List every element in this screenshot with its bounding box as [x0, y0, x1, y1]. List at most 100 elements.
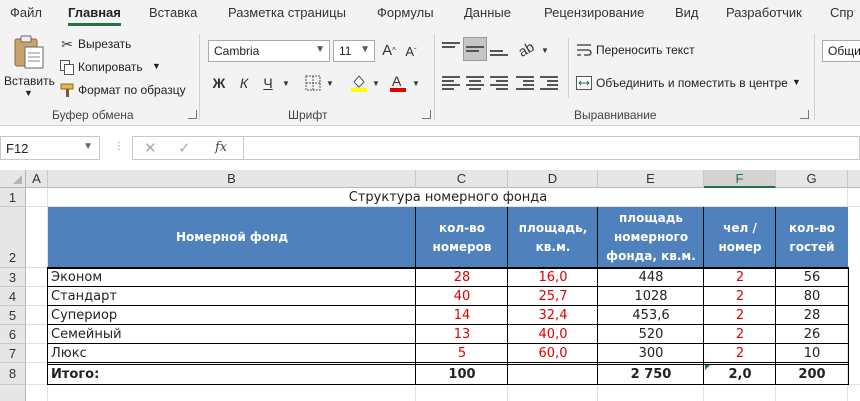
- tab-help[interactable]: Спр: [830, 5, 854, 20]
- total-per-room-cell[interactable]: 2,0: [704, 365, 776, 384]
- header-total-area[interactable]: площадь номерного фонда, кв.м.: [600, 207, 702, 268]
- clipboard-launcher-icon[interactable]: [188, 110, 197, 119]
- fund-name-cell[interactable]: Семейный: [48, 325, 416, 344]
- total-area-cell[interactable]: 453,6: [598, 306, 704, 325]
- rooms-cell[interactable]: 40: [416, 287, 508, 306]
- area-cell[interactable]: 16,0: [508, 268, 598, 287]
- total-guests-cell[interactable]: 200: [776, 365, 848, 384]
- row-header-8[interactable]: 8: [0, 363, 26, 385]
- tab-home[interactable]: Главная: [68, 5, 121, 26]
- area-cell[interactable]: 60,0: [508, 344, 598, 363]
- total-area-cell[interactable]: 1028: [598, 287, 704, 306]
- header-guests[interactable]: кол-во гостей: [782, 207, 842, 268]
- guests-cell[interactable]: 56: [776, 268, 848, 287]
- row-header-6[interactable]: 6: [0, 325, 26, 344]
- tab-developer[interactable]: Разработчик: [726, 5, 802, 20]
- row-header-5[interactable]: 5: [0, 306, 26, 325]
- rooms-cell[interactable]: 28: [416, 268, 508, 287]
- rooms-cell[interactable]: 5: [416, 344, 508, 363]
- header-fund[interactable]: Номерной фонд: [48, 207, 416, 268]
- fund-name-cell[interactable]: Эконом: [48, 268, 416, 287]
- font-color-dropdown-icon[interactable]: ▼: [411, 77, 421, 89]
- align-left-icon[interactable]: [442, 76, 460, 90]
- rooms-cell[interactable]: 13: [416, 325, 508, 344]
- tab-data[interactable]: Данные: [464, 5, 511, 20]
- cut-button[interactable]: ✂ Вырезать: [60, 36, 140, 54]
- orientation-icon[interactable]: ab: [513, 36, 539, 62]
- per-room-cell[interactable]: 2: [704, 344, 776, 363]
- wrap-text-button[interactable]: Переносить текст: [576, 42, 706, 60]
- font-name-select[interactable]: Cambria ▼: [208, 40, 330, 62]
- fund-name-cell[interactable]: Стандарт: [48, 287, 416, 306]
- row-header-1[interactable]: 1: [0, 188, 26, 207]
- column-header-e[interactable]: E: [598, 170, 704, 188]
- fund-name-cell[interactable]: Люкс: [48, 344, 416, 363]
- merge-dropdown-icon[interactable]: ▼: [792, 77, 801, 87]
- total-rooms-cell[interactable]: 100: [416, 365, 508, 384]
- area-cell[interactable]: 40,0: [508, 325, 598, 344]
- guests-cell[interactable]: 80: [776, 287, 848, 306]
- decrease-indent-icon[interactable]: [516, 76, 534, 90]
- row-header-2[interactable]: 2: [0, 207, 26, 268]
- formula-input[interactable]: [244, 136, 860, 160]
- header-area[interactable]: площадь, кв.м.: [514, 207, 592, 268]
- fund-name-cell[interactable]: Супериор: [48, 306, 416, 325]
- merge-center-button[interactable]: Объединить и поместить в центре ▼: [576, 75, 806, 93]
- area-cell[interactable]: 25,7: [508, 287, 598, 306]
- bold-button[interactable]: Ж: [210, 73, 228, 93]
- check-icon[interactable]: ✓: [178, 139, 191, 157]
- align-middle-icon[interactable]: [466, 42, 484, 56]
- column-header-f[interactable]: F: [704, 170, 776, 188]
- font-size-select[interactable]: 11 ▼: [333, 40, 375, 62]
- area-cell[interactable]: 32,4: [508, 306, 598, 325]
- font-color-icon[interactable]: A: [389, 72, 407, 92]
- total-label-cell[interactable]: Итого:: [48, 365, 416, 384]
- fx-icon[interactable]: fx: [215, 140, 227, 155]
- format-painter-button[interactable]: Формат по образцу: [60, 82, 190, 100]
- underline-button[interactable]: Ч: [259, 73, 277, 93]
- underline-dropdown-icon[interactable]: ▼: [281, 77, 291, 89]
- per-room-cell[interactable]: 2: [704, 287, 776, 306]
- tab-review[interactable]: Рецензирование: [544, 5, 644, 20]
- guests-cell[interactable]: 28: [776, 306, 848, 325]
- borders-dropdown-icon[interactable]: ▼: [325, 77, 335, 89]
- column-header-d[interactable]: D: [508, 170, 598, 188]
- copy-button[interactable]: Копировать ▼: [60, 59, 170, 77]
- column-header-g[interactable]: G: [776, 170, 848, 188]
- rooms-cell[interactable]: 14: [416, 306, 508, 325]
- paste-button[interactable]: Вставить ▼: [4, 34, 55, 100]
- row-header-9[interactable]: [0, 385, 26, 401]
- paste-dropdown-icon[interactable]: ▼: [24, 88, 33, 98]
- increase-font-icon[interactable]: A ^: [380, 40, 398, 60]
- copy-dropdown-icon[interactable]: ▼: [152, 61, 161, 71]
- fill-dropdown-icon[interactable]: ▼: [371, 77, 381, 89]
- increase-indent-icon[interactable]: [540, 76, 558, 90]
- drag-handle-icon[interactable]: ⋮: [114, 141, 124, 152]
- guests-cell[interactable]: 26: [776, 325, 848, 344]
- row-header-3[interactable]: 3: [0, 268, 26, 287]
- column-header-c[interactable]: C: [416, 170, 508, 188]
- name-box[interactable]: F12 ▼: [0, 136, 100, 160]
- alignment-launcher-icon[interactable]: [800, 110, 809, 119]
- per-room-cell[interactable]: 2: [704, 268, 776, 287]
- per-room-cell[interactable]: 2: [704, 306, 776, 325]
- borders-icon[interactable]: [305, 75, 321, 91]
- tab-formulas[interactable]: Формулы: [377, 5, 434, 20]
- sheet-title[interactable]: Структура номерного фонда: [48, 188, 848, 207]
- column-header-h[interactable]: [848, 170, 860, 188]
- row-header-7[interactable]: 7: [0, 344, 26, 363]
- header-per-room[interactable]: чел / номер: [710, 207, 770, 268]
- total-area-cell[interactable]: 300: [598, 344, 704, 363]
- header-rooms[interactable]: кол-во номеров: [430, 207, 494, 268]
- select-all-button[interactable]: [0, 170, 26, 188]
- number-format-select[interactable]: Общи: [822, 40, 860, 62]
- align-top-icon[interactable]: [442, 42, 460, 56]
- decrease-font-icon[interactable]: Aˇ: [402, 42, 420, 60]
- per-room-cell[interactable]: 2: [704, 325, 776, 344]
- fill-color-icon[interactable]: [350, 72, 368, 92]
- tab-view[interactable]: Вид: [675, 5, 699, 20]
- tab-page-layout[interactable]: Разметка страницы: [228, 5, 346, 20]
- align-center-icon[interactable]: [466, 76, 484, 90]
- font-launcher-icon[interactable]: [422, 110, 431, 119]
- row-header-4[interactable]: 4: [0, 287, 26, 306]
